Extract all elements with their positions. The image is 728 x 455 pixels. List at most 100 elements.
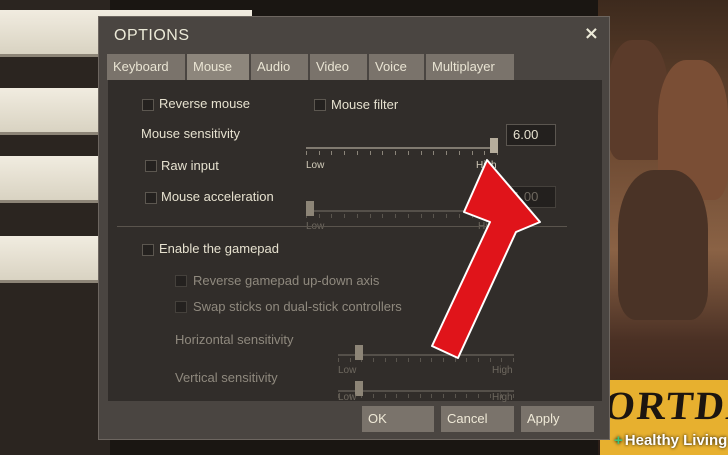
enable-gamepad-label: Enable the gamepad: [159, 241, 279, 256]
mouse-acceleration-slider[interactable]: [306, 201, 498, 227]
slider-tick: [350, 358, 351, 362]
slider-tick: [338, 358, 339, 362]
tab-video[interactable]: Video: [310, 54, 367, 80]
slider-tick: [408, 151, 409, 155]
plus-icon: +: [614, 432, 623, 449]
game-logo: ORTDE: [601, 383, 728, 428]
slider-tick: [408, 214, 409, 218]
slider-thumb[interactable]: [355, 345, 363, 360]
main-menu-area: [0, 0, 110, 455]
tab-voice[interactable]: Voice: [369, 54, 424, 80]
slider-tick: [408, 358, 409, 362]
slider-tick: [382, 214, 383, 218]
tab-audio[interactable]: Audio: [251, 54, 308, 80]
reverse-mouse-checkbox[interactable]: [142, 99, 154, 111]
slider-tick: [357, 151, 358, 155]
tab-multiplayer[interactable]: Multiplayer: [426, 54, 514, 80]
slider-tick: [501, 358, 502, 362]
mouse-filter-checkbox[interactable]: [314, 99, 326, 111]
vertical-sensitivity-label: Vertical sensitivity: [175, 370, 278, 385]
raw-input-checkbox[interactable]: [145, 160, 157, 172]
mouse-filter-label: Mouse filter: [331, 97, 399, 112]
slider-tick: [396, 394, 397, 398]
slider-tick: [466, 358, 467, 362]
slider-tick: [420, 394, 421, 398]
slider-tick: [431, 358, 432, 362]
mouse-settings-panel: Reverse mouse Mouse filter Mouse sensiti…: [108, 80, 602, 403]
mouse-acceleration-value[interactable]: 1.00: [506, 186, 556, 208]
slider-tick: [319, 214, 320, 218]
slider-tick: [472, 151, 473, 155]
slider-tick: [385, 394, 386, 398]
slider-tick: [455, 358, 456, 362]
sensitivity-high-label: High: [476, 160, 497, 171]
slider-tick: [373, 358, 374, 362]
apply-button[interactable]: Apply: [521, 406, 594, 432]
horizontal-sensitivity-label: Horizontal sensitivity: [175, 332, 294, 347]
swap-sticks-label: Swap sticks on dual-stick controllers: [193, 299, 402, 314]
slider-tick: [395, 214, 396, 218]
slider-tick: [396, 358, 397, 362]
slider-tick: [490, 358, 491, 362]
slider-tick: [459, 151, 460, 155]
ok-button[interactable]: OK: [362, 406, 434, 432]
slider-tick: [484, 151, 485, 155]
horizontal-sensitivity-slider[interactable]: [338, 345, 514, 371]
mouse-sensitivity-slider[interactable]: [306, 138, 498, 164]
horizontal-low-label: Low: [338, 365, 357, 376]
slider-tick: [490, 394, 491, 398]
vertical-sensitivity-slider[interactable]: [338, 381, 514, 407]
slider-tick: [478, 358, 479, 362]
vertical-low-label: Low: [338, 392, 357, 403]
slider-tick: [513, 394, 514, 398]
slider-tick: [455, 394, 456, 398]
tab-mouse[interactable]: Mouse: [187, 54, 249, 82]
slider-tick: [319, 151, 320, 155]
slider-tick: [370, 151, 371, 155]
options-dialog: OPTIONS × Keyboard Mouse Audio Video Voi…: [98, 16, 610, 440]
watermark: + Healthy Living: [614, 432, 727, 449]
slider-tick: [446, 214, 447, 218]
slider-thumb[interactable]: [306, 201, 314, 216]
tab-keyboard[interactable]: Keyboard: [107, 54, 185, 80]
slider-tick: [478, 394, 479, 398]
slider-tick: [433, 151, 434, 155]
mouse-acceleration-checkbox[interactable]: [145, 192, 157, 204]
enable-gamepad-checkbox[interactable]: [142, 244, 154, 256]
slider-tick: [420, 358, 421, 362]
slider-tick: [306, 151, 307, 155]
raw-input-label: Raw input: [161, 158, 219, 173]
slider-tick: [497, 214, 498, 218]
slider-tick: [344, 214, 345, 218]
mouse-sensitivity-value[interactable]: 6.00: [506, 124, 556, 146]
slider-tick: [331, 151, 332, 155]
slider-tick: [443, 394, 444, 398]
mouse-acceleration-label: Mouse acceleration: [161, 189, 274, 204]
reverse-gamepad-label: Reverse gamepad up-down axis: [193, 273, 380, 288]
slider-tick: [373, 394, 374, 398]
slider-tick: [484, 214, 485, 218]
slider-tick: [433, 214, 434, 218]
slider-tick: [385, 358, 386, 362]
swap-sticks-checkbox[interactable]: [175, 301, 187, 313]
mouse-sensitivity-label: Mouse sensitivity: [141, 126, 240, 141]
slider-tick: [513, 358, 514, 362]
slider-thumb[interactable]: [490, 138, 498, 153]
slider-tick: [344, 151, 345, 155]
sensitivity-low-label: Low: [306, 160, 325, 171]
horizontal-high-label: High: [492, 365, 513, 376]
slider-tick: [466, 394, 467, 398]
reverse-mouse-label: Reverse mouse: [159, 96, 251, 111]
slider-tick: [421, 214, 422, 218]
slider-tick: [472, 214, 473, 218]
slider-tick: [395, 151, 396, 155]
slider-tick: [370, 214, 371, 218]
watermark-text: Healthy Living: [624, 432, 728, 449]
slider-tick: [421, 151, 422, 155]
reverse-gamepad-checkbox[interactable]: [175, 275, 187, 287]
vertical-high-label: High: [492, 392, 513, 403]
slider-tick: [443, 358, 444, 362]
close-icon[interactable]: ×: [584, 23, 599, 44]
cancel-button[interactable]: Cancel: [441, 406, 514, 432]
slider-tick: [446, 151, 447, 155]
